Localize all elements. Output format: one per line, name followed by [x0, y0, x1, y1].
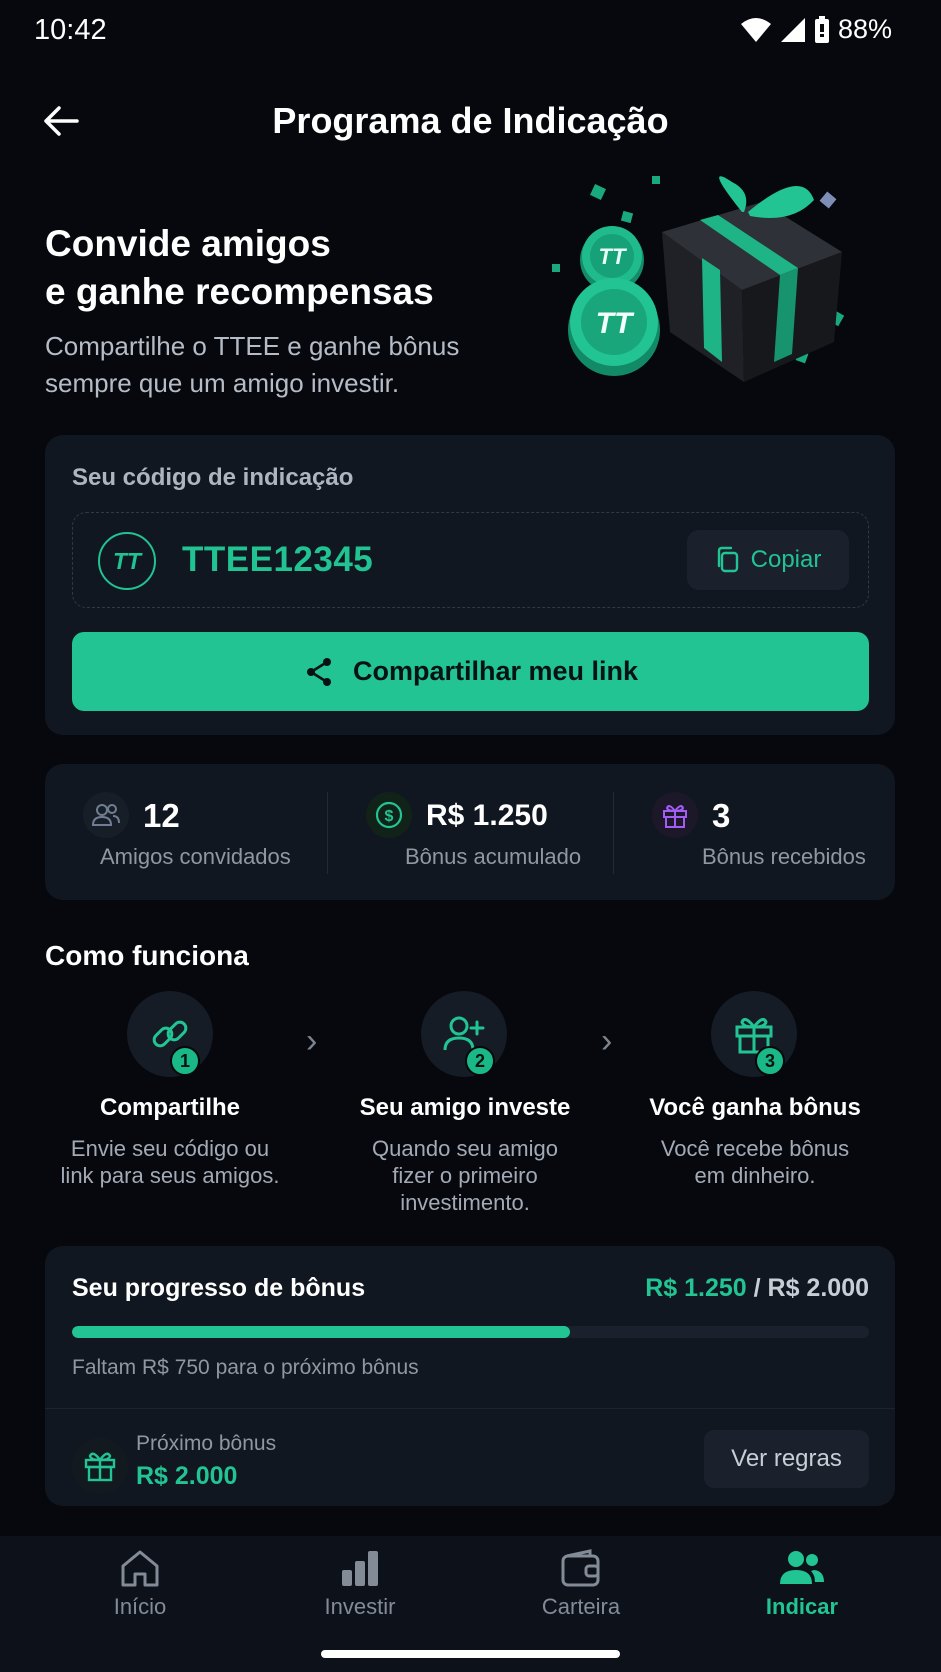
step-number: 3 — [755, 1046, 785, 1076]
nav-label-wallet: Carteira — [541, 1594, 621, 1619]
page-title: Programa de Indicação — [272, 100, 669, 141]
home-icon — [121, 1550, 159, 1587]
next-bonus-value: R$ 2.000 — [136, 1462, 238, 1490]
hero-title-line1: Convide amigos — [45, 223, 331, 264]
nav-label-home: Início — [113, 1594, 167, 1619]
home-indicator[interactable] — [321, 1650, 620, 1658]
stat-received-label: Bônus recebidos — [702, 844, 866, 869]
stat-received-value: 3 — [712, 797, 731, 834]
svg-text:TT: TT — [596, 307, 635, 340]
how-it-works-title: Como funciona — [45, 940, 249, 971]
copy-button[interactable]: Copiar — [687, 530, 849, 590]
hero-title-line2: e ganhe recompensas — [45, 271, 434, 312]
nav-item-refer[interactable]: Indicar — [702, 1548, 902, 1638]
step-description: Você recebe bônus em dinheiro. — [615, 1135, 895, 1189]
progress-target: R$ 2.000 — [767, 1274, 869, 1302]
step-description: Envie seu código ou link para seus amigo… — [30, 1135, 310, 1189]
share-link-button[interactable]: Compartilhar meu link — [72, 632, 869, 711]
hero-subtitle: Compartilhe o TTEE e ganhe bônus sempre … — [45, 328, 505, 402]
step-number: 2 — [465, 1046, 495, 1076]
nav-label-invest: Investir — [324, 1594, 396, 1619]
bar-chart-icon — [342, 1551, 378, 1586]
hero-title: Convide amigos e ganhe recompensas — [45, 220, 525, 316]
status-time: 10:42 — [34, 14, 107, 46]
battery-percent: 88% — [837, 14, 892, 44]
share-icon — [306, 657, 331, 686]
nav-item-home[interactable]: Início — [40, 1548, 240, 1638]
wifi-icon — [740, 17, 771, 42]
stat-bonus-label: Bônus acumulado — [405, 844, 582, 869]
referral-code-label: Seu código de indicação — [72, 464, 354, 491]
view-rules-button[interactable]: Ver regras — [704, 1430, 869, 1488]
step-desc-line: investimento. — [400, 1190, 530, 1215]
step-desc-line: Quando seu amigo — [372, 1136, 558, 1161]
nav-label-refer: Indicar — [765, 1594, 839, 1619]
hero-subtitle-line1: Compartilhe o TTEE e ganhe bônus — [45, 331, 460, 361]
progress-current: R$ 1.250 — [645, 1274, 747, 1302]
battery-icon — [814, 15, 829, 43]
gift-icon — [652, 792, 698, 838]
referral-code-value: TTEE12345 — [182, 540, 374, 579]
stat-divider — [327, 792, 328, 874]
stat-invited-value: 12 — [143, 797, 180, 834]
status-icons: 88% — [740, 14, 892, 45]
step-title: Compartilhe — [99, 1094, 240, 1121]
progress-title: Seu progresso de bônus — [72, 1274, 366, 1302]
progress-note: Faltam R$ 750 para o próximo bônus — [72, 1356, 419, 1379]
stat-divider — [613, 792, 614, 874]
progress-fill — [72, 1326, 571, 1338]
people-icon — [780, 1551, 824, 1584]
signal-icon — [780, 17, 805, 42]
chevron-right-icon: › — [306, 1022, 318, 1060]
svg-text:$: $ — [385, 808, 394, 825]
copy-label: Copiar — [750, 546, 822, 573]
step-title: Seu amigo investe — [359, 1094, 571, 1121]
progress-separator: / — [746, 1274, 768, 1302]
gift-icon — [72, 1438, 128, 1494]
nav-item-wallet[interactable]: Carteira — [481, 1548, 681, 1638]
step-desc-line: em dinheiro. — [694, 1163, 816, 1188]
step-title: Você ganha bônus — [649, 1094, 861, 1121]
dollar-icon: $ — [366, 792, 412, 838]
step-number: 1 — [170, 1046, 200, 1076]
stat-invited-label: Amigos convidados — [100, 844, 291, 869]
gift-illustration: TT TT — [552, 176, 845, 382]
step-desc-line: Envie seu código ou — [70, 1136, 270, 1161]
progress-amount: R$ 1.250 / R$ 2.000 — [645, 1274, 869, 1303]
svg-text:TT: TT — [599, 244, 627, 269]
copy-icon — [717, 546, 738, 573]
wallet-icon — [561, 1549, 600, 1587]
divider — [45, 1408, 895, 1409]
share-label: Compartilhar meu link — [352, 656, 639, 686]
users-icon — [83, 792, 129, 838]
ttee-logo-icon: TT — [98, 532, 156, 590]
nav-item-invest[interactable]: Investir — [260, 1548, 460, 1638]
step-desc-line: fizer o primeiro — [392, 1163, 538, 1188]
next-bonus-label: Próximo bônus — [136, 1432, 277, 1455]
step-description: Quando seu amigo fizer o primeiro invest… — [325, 1135, 605, 1216]
stat-bonus-value: R$ 1.250 — [426, 799, 548, 832]
hero-subtitle-line2: sempre que um amigo investir. — [45, 368, 400, 398]
progress-bar — [72, 1326, 869, 1338]
chevron-right-icon: › — [601, 1022, 613, 1060]
step-desc-line: Você recebe bônus — [660, 1136, 850, 1161]
step-desc-line: link para seus amigos. — [60, 1163, 280, 1188]
